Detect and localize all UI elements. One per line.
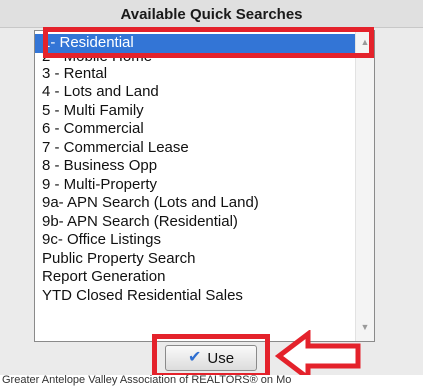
list-item-lots-and-land[interactable]: 4 - Lots and Land [35, 83, 355, 102]
list-item-office-listings[interactable]: 9c- Office Listings [35, 231, 355, 250]
list-item-residential[interactable]: 1- Residential [35, 34, 355, 53]
list-item-multi-property[interactable]: 9 - Multi-Property [35, 176, 355, 195]
list-item-commercial[interactable]: 6 - Commercial [35, 120, 355, 139]
list-item-multi-family[interactable]: 5 - Multi Family [35, 102, 355, 121]
scroll-up-arrow-icon[interactable]: ▲ [356, 34, 374, 51]
scroll-down-arrow-icon[interactable]: ▼ [356, 319, 374, 336]
use-button-label: Use [207, 349, 235, 367]
list-item-ytd-closed-sales[interactable]: YTD Closed Residential Sales [35, 287, 355, 306]
list-item-apn-search-lots[interactable]: 9a- APN Search (Lots and Land) [35, 194, 355, 213]
checkmark-icon: ✔ [187, 349, 202, 366]
list-item-commercial-lease[interactable]: 7 - Commercial Lease [35, 139, 355, 158]
panel-title: Available Quick Searches [120, 6, 303, 23]
list-item-public-property-search[interactable]: Public Property Search [35, 250, 355, 269]
footer-association-text: Greater Antelope Valley Association of R… [0, 375, 423, 386]
list-item-apn-search-residential[interactable]: 9b- APN Search (Residential) [35, 213, 355, 232]
quick-search-panel: Available Quick Searches 1- Residential … [0, 0, 423, 386]
use-button[interactable]: ✔ Use [165, 345, 257, 371]
list-item-report-generation[interactable]: Report Generation [35, 268, 355, 287]
quick-search-listbox[interactable]: 1- Residential 2 - Mobile Home 3 - Renta… [34, 30, 375, 342]
panel-header: Available Quick Searches [0, 0, 423, 28]
list-item-business-opp[interactable]: 8 - Business Opp [35, 157, 355, 176]
list-items: 1- Residential 2 - Mobile Home 3 - Renta… [35, 34, 355, 305]
list-item-rental[interactable]: 3 - Rental [35, 65, 355, 84]
list-item-mobile-home[interactable]: 2 - Mobile Home [35, 53, 355, 65]
list-scrollbar[interactable]: ▲ ▼ [355, 31, 374, 341]
